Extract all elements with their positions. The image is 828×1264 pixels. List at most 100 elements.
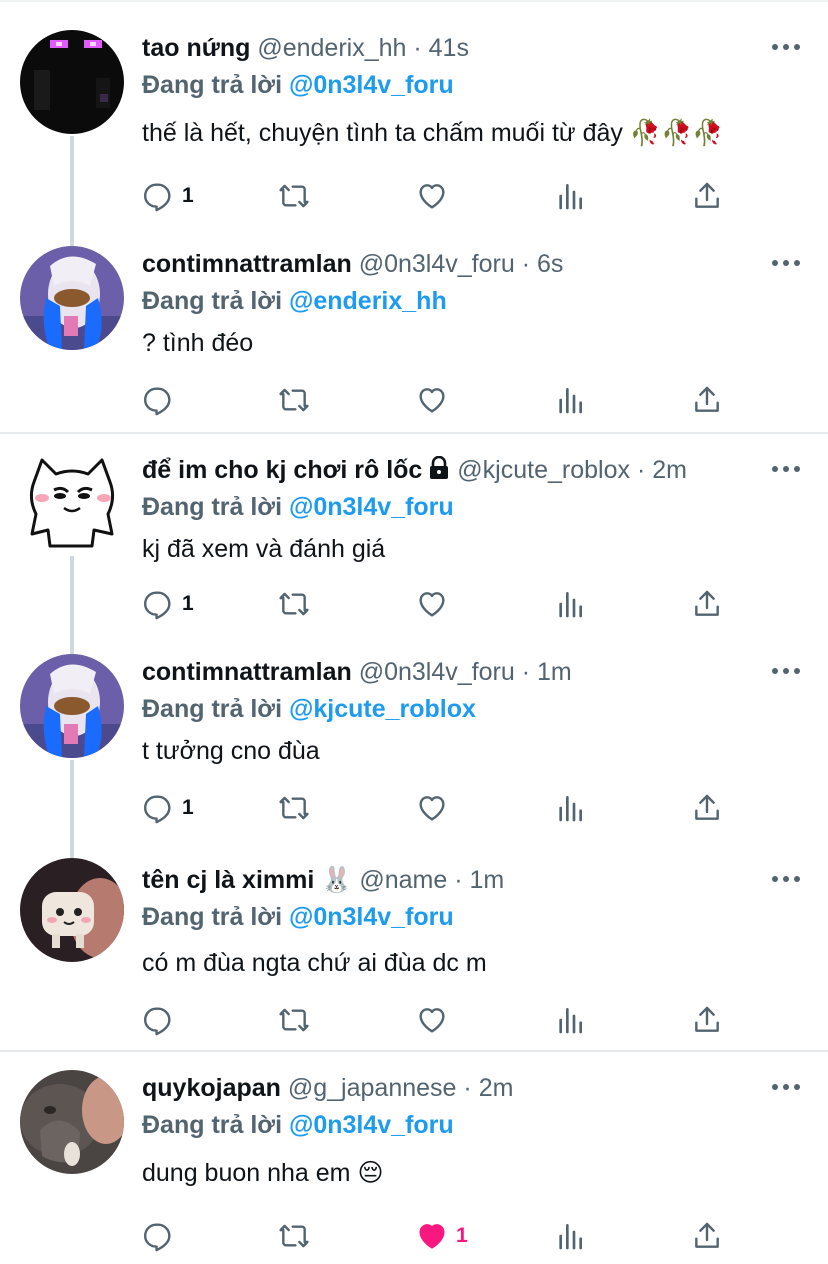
like-button[interactable] <box>416 380 448 420</box>
display-name[interactable]: để im cho kj chơi rô lốc <box>142 456 422 484</box>
share-button[interactable] <box>691 788 723 828</box>
more-icon[interactable] <box>772 1084 800 1092</box>
more-icon[interactable] <box>772 466 800 474</box>
like-button[interactable] <box>416 584 448 624</box>
avatar[interactable] <box>20 654 124 758</box>
mention-link[interactable]: @0n3l4v_foru <box>289 71 454 99</box>
tweet-text: có m đùa ngta chứ ai đùa dc m <box>142 949 487 977</box>
display-name[interactable]: contimnattramlan <box>142 250 352 278</box>
display-name[interactable]: tên cj là ximmi 🐰 <box>142 866 352 894</box>
more-icon[interactable] <box>772 260 800 268</box>
timestamp[interactable]: 41s <box>429 34 469 62</box>
mention-link[interactable]: @0n3l4v_foru <box>289 1111 454 1139</box>
display-name[interactable]: quykojapan <box>142 1074 281 1102</box>
like-button[interactable] <box>416 788 448 828</box>
retweet-button[interactable] <box>278 1000 310 1040</box>
replying-to: Đang trả lời @0n3l4v_foru <box>142 68 454 102</box>
replying-prefix: Đang trả lời <box>142 1111 283 1139</box>
reply-button[interactable] <box>142 380 182 420</box>
reply-icon <box>144 387 171 416</box>
conversation-divider <box>0 432 828 434</box>
more-icon[interactable] <box>772 876 800 884</box>
views-button[interactable] <box>554 1216 586 1256</box>
username[interactable]: @g_japannese <box>288 1074 457 1102</box>
mention-link[interactable]: @enderix_hh <box>289 287 447 315</box>
like-button[interactable]: 1 <box>416 1216 468 1256</box>
conversation-divider <box>0 1050 828 1052</box>
action-bar: 1 <box>0 1216 828 1256</box>
display-name[interactable]: tao nứng <box>142 34 250 62</box>
retweet-button[interactable] <box>278 584 310 624</box>
reply-count: 1 <box>182 184 194 207</box>
separator: · <box>521 250 531 278</box>
retweet-button[interactable] <box>278 380 310 420</box>
action-bar <box>0 380 828 420</box>
tweet-header: để im cho kj chơi rô lốc @kjcute_roblox … <box>142 452 687 488</box>
like-button[interactable] <box>416 1000 448 1040</box>
mention-link[interactable]: @0n3l4v_foru <box>289 493 454 521</box>
reply-button[interactable]: 1 <box>142 788 194 828</box>
retweet-icon <box>279 184 309 208</box>
separator: · <box>413 34 422 62</box>
reply-button[interactable]: 1 <box>142 176 194 216</box>
replying-prefix: Đang trả lời <box>142 71 283 99</box>
views-button[interactable] <box>554 584 586 624</box>
username[interactable]: @kjcute_roblox <box>457 456 630 484</box>
avatar[interactable] <box>20 246 124 350</box>
separator: · <box>463 1074 472 1102</box>
username[interactable]: @0n3l4v_foru <box>359 658 515 686</box>
views-button[interactable] <box>554 1000 586 1040</box>
views-button[interactable] <box>554 176 586 216</box>
like-button[interactable] <box>416 176 448 216</box>
share-button[interactable] <box>691 380 723 420</box>
avatar[interactable] <box>20 30 124 134</box>
views-button[interactable] <box>554 788 586 828</box>
replying-prefix: Đang trả lời <box>142 287 283 315</box>
timestamp[interactable]: 2m <box>479 1074 514 1102</box>
avatar[interactable] <box>20 1070 124 1174</box>
analytics-icon <box>559 1224 582 1250</box>
replying-to: Đang trả lời @kjcute_roblox <box>142 692 476 726</box>
share-icon <box>695 1006 719 1032</box>
more-icon[interactable] <box>772 44 800 52</box>
separator: · <box>636 456 646 484</box>
share-button[interactable] <box>691 1216 723 1256</box>
avatar[interactable] <box>20 452 124 556</box>
analytics-icon <box>559 184 582 210</box>
separator: · <box>521 658 531 686</box>
retweet-button[interactable] <box>278 788 310 828</box>
reply-button[interactable] <box>142 1000 182 1040</box>
username[interactable]: @0n3l4v_foru <box>359 250 515 278</box>
share-button[interactable] <box>691 584 723 624</box>
retweet-button[interactable] <box>278 176 310 216</box>
reply-button[interactable] <box>142 1216 182 1256</box>
timestamp[interactable]: 1m <box>537 658 572 686</box>
timestamp[interactable]: 1m <box>469 866 504 894</box>
replying-to: Đang trả lời @0n3l4v_foru <box>142 900 454 934</box>
username[interactable]: @enderix_hh <box>257 34 406 62</box>
retweet-button[interactable] <box>278 1216 310 1256</box>
reply-button[interactable]: 1 <box>142 584 194 624</box>
tweet-header: quykojapan @g_japannese · 2m <box>142 1070 513 1106</box>
display-name[interactable]: contimnattramlan <box>142 658 352 686</box>
timestamp[interactable]: 2m <box>652 456 687 484</box>
reply-icon <box>144 591 171 620</box>
retweet-icon <box>279 592 309 616</box>
share-button[interactable] <box>691 176 723 216</box>
share-icon <box>695 794 719 820</box>
action-bar: 1 <box>0 176 828 216</box>
mention-link[interactable]: @0n3l4v_foru <box>289 903 454 931</box>
mention-link[interactable]: @kjcute_roblox <box>289 695 476 723</box>
tweet-header: contimnattramlan @0n3l4v_foru · 1m <box>142 654 572 690</box>
replying-to: Đang trả lời @0n3l4v_foru <box>142 490 454 524</box>
more-icon[interactable] <box>772 668 800 676</box>
username[interactable]: @name <box>359 866 447 894</box>
views-button[interactable] <box>554 380 586 420</box>
replying-to: Đang trả lời @enderix_hh <box>142 284 447 318</box>
reply-count: 1 <box>182 796 194 819</box>
timestamp[interactable]: 6s <box>537 250 563 278</box>
top-divider <box>0 0 828 2</box>
reply-icon <box>144 183 171 212</box>
share-button[interactable] <box>691 1000 723 1040</box>
avatar[interactable] <box>20 858 124 962</box>
